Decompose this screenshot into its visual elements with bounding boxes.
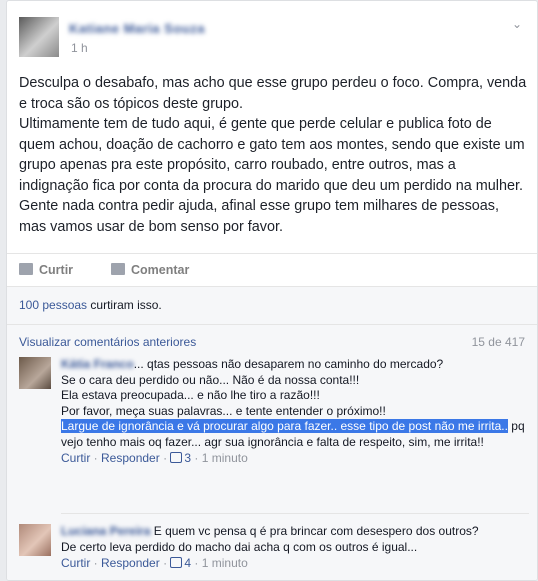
comment-line: Por favor, meça suas palavras... e tente…: [61, 403, 386, 418]
likes-summary: 100 pessoas curtiram isso.: [7, 287, 537, 325]
like-label: Curtir: [39, 263, 74, 277]
thumbs-up-icon: [19, 263, 33, 275]
comment-button[interactable]: Comentar: [111, 263, 189, 277]
comment-meta: Curtir · Responder · 4 · 1 minuto: [61, 556, 248, 570]
comment-item: Kátia Franco... qtas pessoas não desapar…: [19, 357, 529, 517]
author-name[interactable]: Katiane Maria Souza: [69, 21, 205, 36]
post-timestamp[interactable]: 1 h: [71, 41, 88, 55]
comment-time[interactable]: 1 minuto: [202, 556, 248, 570]
comment-line: De certo leva perdido do macho dai acha …: [61, 539, 418, 554]
comment-meta: Curtir · Responder · 3 · 1 minuto: [61, 451, 248, 465]
comment-likes-count[interactable]: 4: [184, 556, 191, 570]
thumbs-up-icon: [170, 452, 183, 463]
comment-body: Luciana Pereira E quem vc pensa q é pra …: [61, 524, 529, 572]
comment-line: Ela estava preocupada... e não lhe tiro …: [61, 388, 320, 402]
post-actions-bar: Curtir Comentar: [7, 253, 537, 287]
post-body: Desculpa o desabafo, mas acho que esse g…: [19, 73, 527, 237]
comment-like-link[interactable]: Curtir: [61, 556, 90, 570]
commenter-name[interactable]: Kátia Franco: [61, 357, 134, 371]
post-header: Katiane Maria Souza 1 h ⌄: [19, 13, 525, 59]
chevron-down-icon[interactable]: ⌄: [509, 17, 525, 33]
likes-count-link[interactable]: 100 pessoas: [19, 298, 87, 312]
comment-divider: [61, 513, 529, 514]
commenter-avatar[interactable]: [19, 524, 51, 556]
author-avatar[interactable]: [19, 17, 59, 57]
comment-reply-link[interactable]: Responder: [101, 556, 160, 570]
post-paragraph: Ultimamente tem de tudo aqui, é gente qu…: [19, 116, 525, 235]
likes-text: curtiram isso.: [87, 298, 162, 312]
comment-like-link[interactable]: Curtir: [61, 451, 90, 465]
comment-line: Se o cara deu perdido ou não... Não é da…: [61, 372, 360, 387]
comment-text: E quem vc pensa q é pra brincar com dese…: [150, 524, 479, 538]
thumbs-up-icon: [170, 557, 183, 568]
comment-body: Kátia Franco... qtas pessoas não desapar…: [61, 357, 529, 467]
comment-text: ... qtas pessoas não desaparem no caminh…: [133, 357, 444, 371]
comment-bubble-icon: [111, 263, 125, 275]
post-card: Katiane Maria Souza 1 h ⌄ Desculpa o des…: [6, 0, 538, 581]
comment-line: Kátia Franco... qtas pessoas não desapar…: [61, 357, 529, 373]
post-paragraph: Desculpa o desabafo, mas acho que esse g…: [19, 75, 527, 112]
comment-label: Comentar: [131, 263, 190, 277]
like-button[interactable]: Curtir: [19, 263, 73, 277]
comment-line: Largue de ignorância e vá procurar algo …: [61, 419, 529, 450]
comment-likes-count[interactable]: 3: [184, 451, 191, 465]
comments-section: Visualizar comentários anteriores 15 de …: [7, 325, 537, 580]
comments-count: 15 de 417: [471, 335, 525, 349]
comment-item: Luciana Pereira E quem vc pensa q é pra …: [19, 524, 529, 580]
view-previous-comments-link[interactable]: Visualizar comentários anteriores: [19, 335, 196, 349]
comment-time[interactable]: 1 minuto: [202, 451, 248, 465]
comment-line: Luciana Pereira E quem vc pensa q é pra …: [61, 524, 529, 540]
commenter-avatar[interactable]: [19, 357, 51, 389]
selected-text: Largue de ignorância e vá procurar algo …: [61, 419, 508, 433]
commenter-name[interactable]: Luciana Pereira: [61, 524, 150, 538]
comment-reply-link[interactable]: Responder: [101, 451, 160, 465]
